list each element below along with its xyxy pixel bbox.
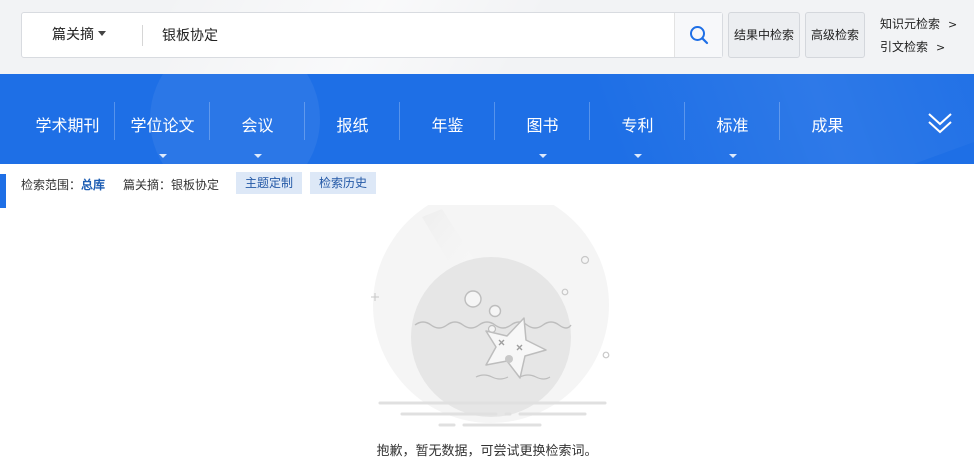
knowledge-search-link[interactable]: 知识元检索 > bbox=[880, 15, 957, 32]
nav-item-conferences[interactable]: 会议 bbox=[210, 74, 305, 164]
nav-item-theses[interactable]: 学位论文 bbox=[115, 74, 210, 164]
chevron-down-icon bbox=[538, 154, 547, 158]
category-nav: 学术期刊 学位论文 会议 报纸 年鉴 图书 专利 标准 成果 bbox=[0, 74, 974, 164]
search-button[interactable] bbox=[674, 13, 722, 57]
advanced-search-button[interactable]: 高级检索 bbox=[805, 12, 865, 58]
nav-item-label: 专利 bbox=[621, 116, 654, 135]
double-chevron-down-icon bbox=[928, 113, 952, 134]
divider bbox=[142, 25, 143, 46]
nav-item-yearbooks[interactable]: 年鉴 bbox=[400, 74, 495, 164]
topic-customize-button[interactable]: 主题定制 bbox=[236, 172, 303, 194]
citation-search-link[interactable]: 引文检索 > bbox=[880, 38, 945, 55]
search-range-label: 检索范围： bbox=[21, 178, 82, 192]
nav-item-achievements[interactable]: 成果 bbox=[780, 74, 875, 164]
search-query-label: 篇关摘： bbox=[123, 178, 172, 192]
search-range: 检索范围：总库 bbox=[21, 176, 105, 193]
nav-item-label: 学术期刊 bbox=[35, 116, 100, 135]
nav-item-label: 报纸 bbox=[336, 116, 369, 135]
search-range-value: 总库 bbox=[81, 178, 106, 192]
chevron-down-icon bbox=[253, 154, 262, 158]
nav-item-label: 图书 bbox=[526, 116, 559, 135]
chevron-down-icon bbox=[158, 154, 167, 158]
nav-item-label: 成果 bbox=[811, 116, 844, 135]
nav-item-standards[interactable]: 标准 bbox=[685, 74, 780, 164]
nav-item-label: 学位论文 bbox=[130, 116, 195, 135]
search-box: 篇关摘 bbox=[21, 12, 723, 58]
arrow-right-icon: > bbox=[936, 41, 946, 54]
search-icon bbox=[689, 26, 708, 45]
search-history-button[interactable]: 检索历史 bbox=[310, 172, 377, 194]
chevron-down-icon bbox=[728, 154, 737, 158]
nav-item-label: 标准 bbox=[716, 116, 749, 135]
nav-item-journals[interactable]: 学术期刊 bbox=[20, 74, 115, 164]
knowledge-search-label: 知识元检索 bbox=[880, 17, 941, 31]
nav-item-newspapers[interactable]: 报纸 bbox=[305, 74, 400, 164]
search-query-value: 银板协定 bbox=[171, 178, 220, 192]
chevron-down-icon bbox=[98, 31, 106, 36]
search-input[interactable] bbox=[162, 21, 672, 49]
search-scope-dropdown[interactable]: 篇关摘 bbox=[52, 13, 106, 57]
nav-expand-button[interactable] bbox=[920, 108, 960, 138]
nav-item-patents[interactable]: 专利 bbox=[590, 74, 685, 164]
nav-item-label: 年鉴 bbox=[431, 116, 464, 135]
side-panel-toggle[interactable] bbox=[0, 174, 6, 208]
empty-state-illustration bbox=[371, 205, 610, 427]
search-scope-label: 篇关摘 bbox=[52, 27, 94, 43]
search-query-summary: 篇关摘：银板协定 bbox=[123, 176, 219, 193]
search-header: 篇关摘 结果中检索 高级检索 知识元检索 > 引文检索 > bbox=[0, 0, 974, 74]
citation-search-label: 引文检索 bbox=[880, 40, 929, 54]
chevron-down-icon bbox=[633, 154, 642, 158]
nav-item-books[interactable]: 图书 bbox=[495, 74, 590, 164]
nav-item-label: 会议 bbox=[241, 116, 274, 135]
empty-state-message: 抱歉，暂无数据，可尝试更换检索词。 bbox=[376, 444, 598, 459]
search-in-results-button[interactable]: 结果中检索 bbox=[728, 12, 800, 58]
arrow-right-icon: > bbox=[948, 18, 958, 31]
